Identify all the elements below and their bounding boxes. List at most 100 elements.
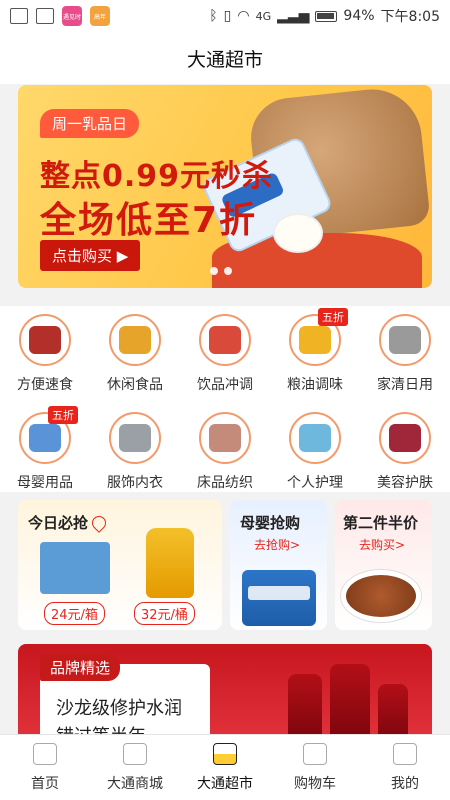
discount-badge: 五折: [48, 406, 78, 424]
today-deals-card[interactable]: 今日必抢 24元/箱 32元/桶: [18, 500, 222, 630]
app-notification-icon: 遇见时: [62, 6, 82, 26]
category-image: [299, 326, 331, 354]
brand-section[interactable]: 品牌精选 沙龙级修护水润 错过等半年: [18, 644, 432, 734]
cart-icon: [303, 743, 327, 765]
category-label: 美容护肤: [377, 475, 433, 491]
mall-icon: [123, 743, 147, 765]
tab-label: 大通超市: [197, 776, 253, 792]
category-image: [119, 326, 151, 354]
brand-subheadline: 错过等半年: [56, 722, 146, 734]
second-half-price-card[interactable]: 第二件半价 去购买>: [335, 500, 432, 630]
battery-level: 94%: [343, 8, 375, 24]
signal-icon: ▂▃▅: [277, 8, 310, 24]
instant-food-icon: [19, 314, 71, 366]
category-item[interactable]: 美容护肤: [360, 408, 450, 498]
tab-label: 我的: [391, 776, 419, 792]
promo-banner[interactable]: 周一乳品日 整点0.99元秒杀 全场低至7折 点击购买 ▶: [18, 85, 432, 288]
category-label: 个人护理: [287, 475, 343, 491]
today-deals-title: 今日必抢: [28, 512, 109, 533]
cleaning-icon: [379, 314, 431, 366]
category-item[interactable]: 家清日用: [360, 310, 450, 400]
category-label: 方便速食: [17, 377, 73, 393]
snacks-icon: [109, 314, 161, 366]
profile-icon: [393, 743, 417, 765]
image-icon: [10, 8, 28, 24]
price-tag: 32元/桶: [134, 602, 195, 625]
bluetooth-icon: ᛒ: [209, 8, 218, 24]
category-label: 母婴用品: [17, 475, 73, 491]
promo-row: 今日必抢 24元/箱 32元/桶 母婴抢购 去抢购> 第二件半价 去购买>: [0, 492, 450, 638]
tab-item[interactable]: 购物车: [270, 735, 360, 800]
product-bottle-image: [288, 674, 322, 734]
category-image: [209, 326, 241, 354]
tab-item[interactable]: 大通商城: [90, 735, 180, 800]
tab-item[interactable]: 首页: [0, 735, 90, 800]
category-item[interactable]: 方便速食: [0, 310, 90, 400]
category-label: 饮品冲调: [197, 377, 253, 393]
battery-icon: [315, 10, 338, 22]
price-tag: 24元/箱: [44, 602, 105, 625]
category-item[interactable]: 床品纺织: [180, 408, 270, 498]
beverage-icon: [199, 314, 251, 366]
carousel-dot: [210, 267, 218, 275]
network-label: 4G: [255, 9, 272, 23]
category-image: [209, 424, 241, 452]
tab-label: 首页: [31, 776, 59, 792]
carousel-dot: [224, 267, 232, 275]
tab-label: 大通商城: [107, 776, 163, 792]
baby-deals-card[interactable]: 母婴抢购 去抢购>: [230, 500, 327, 630]
steak-image: [341, 570, 421, 622]
category-label: 服饰内衣: [107, 475, 163, 491]
clock: 下午8:05: [380, 9, 440, 25]
baby-deals-title: 母婴抢购: [240, 514, 301, 532]
buy-now-button[interactable]: 点击购买 ▶: [40, 240, 141, 271]
tab-item[interactable]: 大通超市: [180, 735, 270, 800]
tab-label: 购物车: [294, 776, 336, 792]
product-bottle-image: [330, 664, 370, 734]
second-half-link[interactable]: 去购买>: [359, 536, 405, 553]
brand-tag: 品牌精选: [40, 654, 121, 681]
status-bar: 遇见时 高年 ᛒ ▯ ◠ 4G ▂▃▅ 94% 下午8:05: [0, 0, 450, 32]
banner-subheadline: 全场低至7折: [40, 200, 258, 241]
baby-deals-link[interactable]: 去抢购>: [254, 536, 300, 553]
page-title: 大通超市: [186, 48, 263, 71]
milk-cup-image: [273, 213, 323, 253]
category-item[interactable]: 休闲食品: [90, 310, 180, 400]
bedding-icon: [199, 412, 251, 464]
formula-can-image: [242, 570, 316, 626]
category-label: 休闲食品: [107, 377, 163, 393]
category-image: [119, 424, 151, 452]
brand-headline: 沙龙级修护水润: [56, 698, 182, 719]
gallery-icon: [36, 8, 54, 24]
category-item[interactable]: 个人护理: [270, 408, 360, 498]
tab-item[interactable]: 我的: [360, 735, 450, 800]
category-item[interactable]: 母婴用品 五折: [0, 406, 90, 498]
beauty-icon: [379, 412, 431, 464]
category-image: [299, 424, 331, 452]
category-item[interactable]: 粮油调味 五折: [270, 308, 360, 400]
supermarket-icon: [213, 743, 237, 765]
category-item[interactable]: 饮品冲调: [180, 310, 270, 400]
category-image: [29, 326, 61, 354]
milk-box-image: [40, 542, 110, 594]
category-label: 粮油调味: [287, 377, 343, 393]
app-notification-icon: 高年: [90, 6, 110, 26]
category-label: 家清日用: [377, 377, 433, 393]
wifi-icon: ◠: [237, 8, 250, 24]
category-grid: 方便速食 休闲食品 饮品冲调 粮油调味 五折 家清日用 母婴用品 五折 服饰内衣 床品纺织 个人护理…: [0, 306, 450, 498]
personal-care-icon: [289, 412, 341, 464]
carousel-indicator: [210, 267, 232, 275]
fire-icon: [89, 513, 109, 533]
clothing-icon: [109, 412, 161, 464]
category-image: [389, 326, 421, 354]
product-bottle-image: [378, 684, 408, 734]
banner-headline: 整点0.99元秒杀: [40, 159, 274, 194]
category-label: 床品纺织: [197, 475, 253, 491]
banner-tag: 周一乳品日: [40, 109, 140, 138]
category-image: [29, 424, 61, 452]
category-item[interactable]: 服饰内衣: [90, 408, 180, 498]
bottom-tab-bar: 首页 大通商城 大通超市 购物车 我的: [0, 734, 450, 800]
oil-bottle-image: [146, 528, 194, 598]
discount-badge: 五折: [318, 308, 348, 326]
vibrate-icon: ▯: [223, 8, 232, 24]
